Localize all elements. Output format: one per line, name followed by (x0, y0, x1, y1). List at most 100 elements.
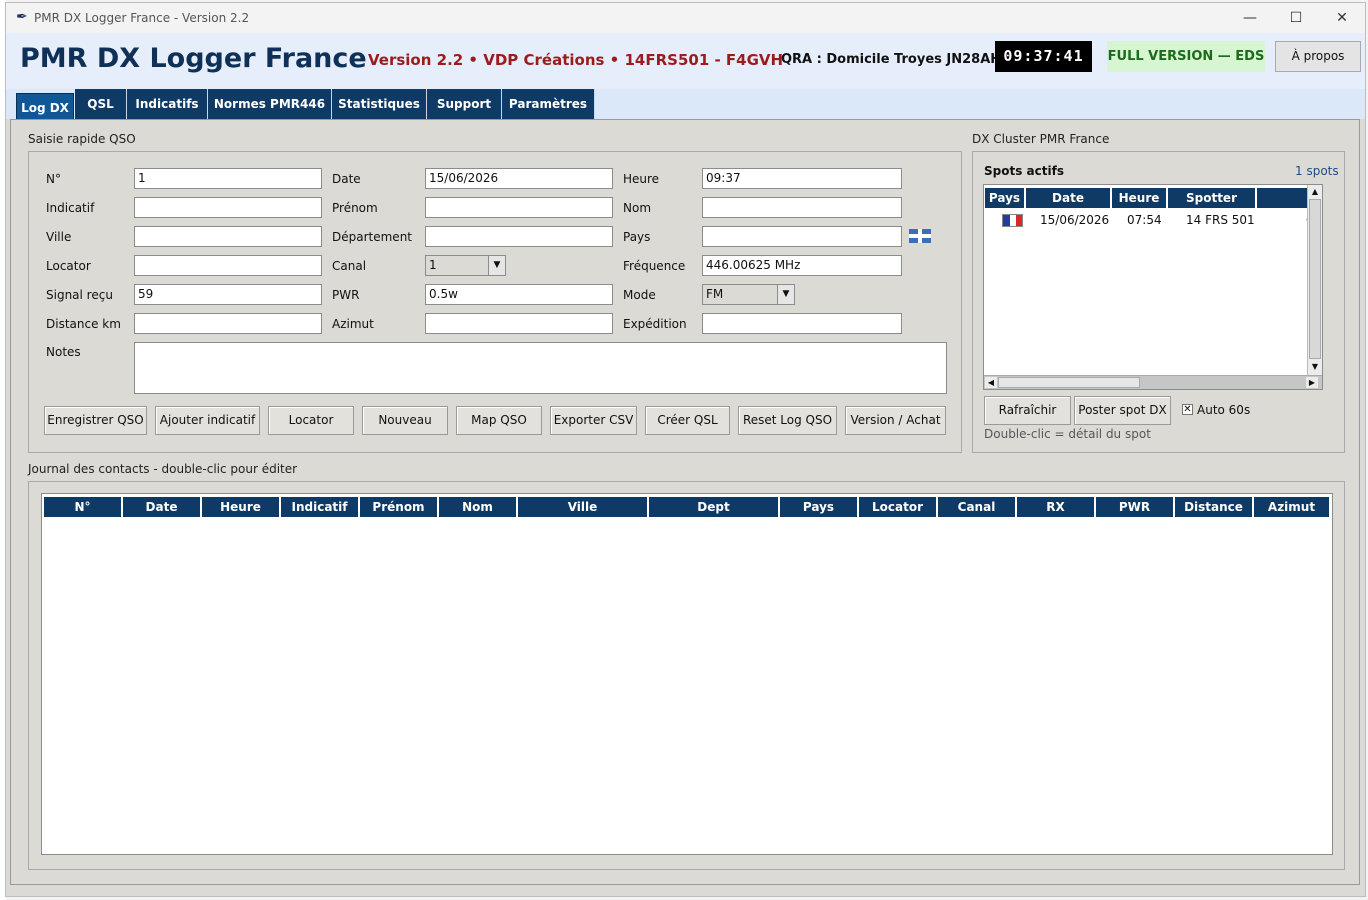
spots-table[interactable]: Pays Date Heure Spotter D 15/06/2026 07:… (983, 184, 1323, 390)
spots-col-spotter[interactable]: Spotter (1167, 187, 1256, 209)
journal-col-indicatif[interactable]: Indicatif (280, 496, 359, 518)
journal-col-rx[interactable]: RX (1016, 496, 1095, 518)
app-window: ✒ PMR DX Logger France - Version 2.2 — ☐… (5, 2, 1366, 897)
qso-entry-frame: N° 1 Date 15/06/2026 Heure 09:37 Indicat… (28, 151, 962, 453)
signal-label: Signal reçu (46, 288, 113, 302)
version-line: Version 2.2 • VDP Créations • 14FRS501 -… (368, 51, 784, 69)
journal-col-nom[interactable]: Nom (438, 496, 517, 518)
departement-field[interactable] (425, 226, 613, 247)
version-purchase-button[interactable]: Version / Achat (845, 406, 946, 435)
ville-field[interactable] (134, 226, 322, 247)
spots-col-heure[interactable]: Heure (1111, 187, 1167, 209)
qso-group-label: Saisie rapide QSO (28, 132, 136, 146)
frequence-label: Fréquence (623, 259, 686, 273)
chevron-down-icon[interactable]: ▼ (488, 256, 505, 275)
vertical-scrollbar[interactable]: ▲ ▼ (1307, 185, 1322, 375)
map-qso-button[interactable]: Map QSO (456, 406, 542, 435)
tab-qsl[interactable]: QSL (75, 89, 127, 119)
azimut-field[interactable] (425, 313, 613, 334)
title-bar: ✒ PMR DX Logger France - Version 2.2 — ☐… (6, 3, 1365, 33)
pwr-field[interactable]: 0.5w (425, 284, 613, 305)
journal-col-pwr[interactable]: PWR (1095, 496, 1174, 518)
tab-indicatifs[interactable]: Indicatifs (127, 89, 208, 119)
journal-col-distance[interactable]: Distance (1174, 496, 1253, 518)
heure-field[interactable]: 09:37 (702, 168, 902, 189)
log-dx-panel: Saisie rapide QSO N° 1 Date 15/06/2026 H… (10, 119, 1360, 885)
indicatif-field[interactable] (134, 197, 322, 218)
pays-label: Pays (623, 230, 651, 244)
journal-col-pays[interactable]: Pays (779, 496, 858, 518)
mode-value: FM (706, 287, 724, 301)
spots-count: 1 spots (1295, 164, 1339, 178)
indicatif-label: Indicatif (46, 201, 95, 215)
notes-label: Notes (46, 345, 81, 359)
table-row[interactable]: 15/06/2026 07:54 14 FRS 501 QI (984, 210, 1322, 230)
tab-statistiques[interactable]: Statistiques (332, 89, 427, 119)
spots-col-date[interactable]: Date (1025, 187, 1111, 209)
full-version-badge: FULL VERSION — EDS (1107, 41, 1265, 72)
journal-col-heure[interactable]: Heure (201, 496, 280, 518)
tab-normes-pmr446[interactable]: Normes PMR446 (208, 89, 332, 119)
canal-label: Canal (332, 259, 367, 273)
pwr-label: PWR (332, 288, 360, 302)
prenom-label: Prénom (332, 201, 378, 215)
journal-col-dept[interactable]: Dept (648, 496, 779, 518)
date-field[interactable]: 15/06/2026 (425, 168, 613, 189)
journal-col-prenom[interactable]: Prénom (359, 496, 438, 518)
num-label: N° (46, 172, 61, 186)
app-header: PMR DX Logger France Version 2.2 • VDP C… (6, 33, 1365, 89)
post-spot-button[interactable]: Poster spot DX (1074, 396, 1171, 425)
distance-field[interactable] (134, 313, 322, 334)
locator-field[interactable] (134, 255, 322, 276)
tab-support[interactable]: Support (427, 89, 502, 119)
journal-col-locator[interactable]: Locator (858, 496, 937, 518)
create-qsl-button[interactable]: Créer QSL (645, 406, 730, 435)
num-field[interactable]: 1 (134, 168, 322, 189)
heure-label: Heure (623, 172, 660, 186)
journal-col-num[interactable]: N° (43, 496, 122, 518)
expedition-field[interactable] (702, 313, 902, 334)
about-button[interactable]: À propos (1275, 41, 1361, 72)
journal-col-date[interactable]: Date (122, 496, 201, 518)
reset-log-button[interactable]: Reset Log QSO (738, 406, 837, 435)
canal-select[interactable]: 1 ▼ (425, 255, 506, 276)
scroll-right-icon[interactable]: ▶ (1306, 377, 1318, 388)
save-qso-button[interactable]: Enregistrer QSO (44, 406, 147, 435)
tab-parametres[interactable]: Paramètres (502, 89, 595, 119)
journal-col-canal[interactable]: Canal (937, 496, 1016, 518)
close-button[interactable]: ✕ (1319, 3, 1365, 33)
notes-textarea[interactable] (134, 342, 947, 394)
departement-label: Département (332, 230, 412, 244)
scroll-left-icon[interactable]: ◀ (985, 377, 997, 388)
new-button[interactable]: Nouveau (362, 406, 448, 435)
spots-title: Spots actifs (984, 164, 1064, 178)
maximize-button[interactable]: ☐ (1273, 3, 1319, 33)
refresh-button[interactable]: Rafraîchir (984, 396, 1071, 425)
mode-select[interactable]: FM ▼ (702, 284, 795, 305)
auto-refresh-checkbox[interactable]: ✕ (1182, 404, 1193, 415)
chevron-down-icon[interactable]: ▼ (777, 285, 794, 304)
journal-table[interactable]: N° Date Heure Indicatif Prénom Nom Ville… (41, 493, 1333, 855)
locator-button[interactable]: Locator (268, 406, 354, 435)
h-scroll-thumb[interactable] (998, 377, 1140, 388)
date-label: Date (332, 172, 361, 186)
scroll-down-icon[interactable]: ▼ (1309, 361, 1321, 373)
tab-log-dx[interactable]: Log DX (16, 93, 74, 121)
app-title: PMR DX Logger France (20, 43, 367, 74)
cluster-frame: Spots actifs 1 spots Pays Date Heure Spo… (972, 151, 1345, 453)
scroll-up-icon[interactable]: ▲ (1309, 186, 1321, 198)
journal-col-ville[interactable]: Ville (517, 496, 648, 518)
horizontal-scrollbar[interactable]: ◀ ▶ (984, 375, 1322, 389)
minimize-button[interactable]: — (1227, 3, 1273, 33)
spots-col-pays[interactable]: Pays (984, 187, 1025, 209)
frequence-field[interactable]: 446.00625 MHz (702, 255, 902, 276)
country-flag-icon[interactable] (909, 229, 931, 243)
journal-col-azimut[interactable]: Azimut (1253, 496, 1330, 518)
export-csv-button[interactable]: Exporter CSV (550, 406, 637, 435)
prenom-field[interactable] (425, 197, 613, 218)
add-callsign-button[interactable]: Ajouter indicatif (155, 406, 260, 435)
pays-field[interactable] (702, 226, 902, 247)
signal-field[interactable]: 59 (134, 284, 322, 305)
scroll-thumb[interactable] (1309, 199, 1321, 359)
nom-field[interactable] (702, 197, 902, 218)
